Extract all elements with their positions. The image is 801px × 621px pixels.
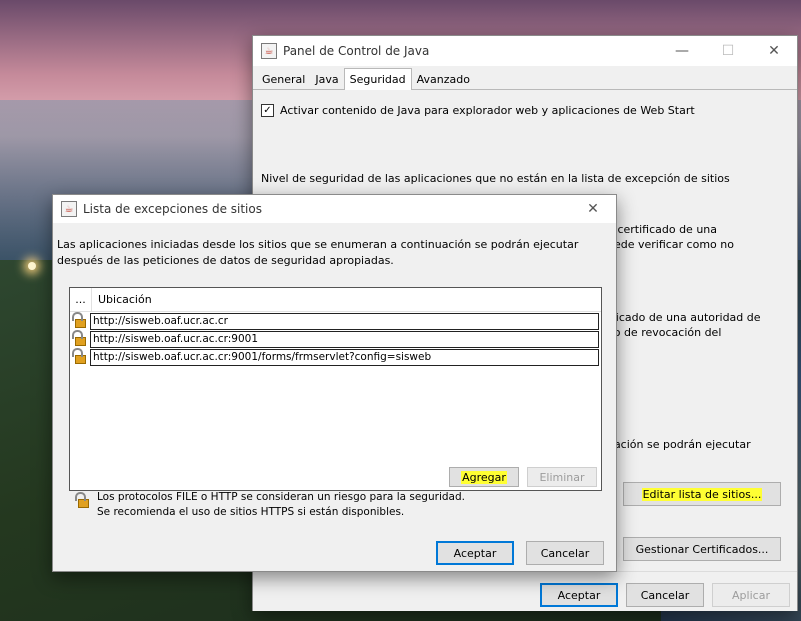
tab-java[interactable]: Java [310, 70, 343, 90]
site-row[interactable]: http://sisweb.oaf.ucr.ac.cr [70, 312, 601, 330]
enable-java-label: Activar contenido de Java para explorado… [280, 104, 695, 117]
main-apply-button[interactable]: Aplicar [712, 583, 790, 607]
tab-bar: General Java Seguridad Avanzado [253, 68, 797, 90]
site-row[interactable]: http://sisweb.oaf.ucr.ac.cr:9001 [70, 330, 601, 348]
main-window-title: Panel de Control de Java [283, 44, 430, 58]
manage-certificates-button[interactable]: Gestionar Certificados... [623, 537, 781, 561]
site-url-field[interactable]: http://sisweb.oaf.ucr.ac.cr [90, 312, 599, 330]
enable-java-checkbox[interactable]: ✓ [261, 104, 274, 117]
column-header-location[interactable]: Ubicación [92, 293, 152, 306]
java-cup-icon: ☕ [61, 201, 77, 217]
security-level-label: Nivel de seguridad de las aplicaciones q… [261, 172, 730, 185]
site-table: ... Ubicación http://sisweb.oaf.ucr.ac.c… [69, 287, 602, 491]
site-url-field[interactable]: http://sisweb.oaf.ucr.ac.cr:9001 [90, 330, 599, 348]
dialog-ok-button[interactable]: Aceptar [436, 541, 514, 565]
lock-icon [73, 492, 93, 510]
site-url-field[interactable]: http://sisweb.oaf.ucr.ac.cr:9001/forms/f… [90, 348, 599, 366]
security-desc-line-1a: un certificado de una [600, 223, 718, 236]
site-row[interactable]: http://sisweb.oaf.ucr.ac.cr:9001/forms/f… [70, 348, 601, 366]
column-header-select[interactable]: ... [70, 287, 92, 312]
security-desc-line-1b: puede verificar como no [600, 238, 734, 251]
enable-java-checkbox-row[interactable]: ✓ Activar contenido de Java para explora… [261, 104, 695, 117]
dialog-cancel-button[interactable]: Cancelar [526, 541, 604, 565]
main-footer: Aceptar Cancelar Aplicar [253, 571, 797, 611]
exception-list-desc: nuación se podrán ejecutar [600, 438, 751, 451]
tab-avanzado[interactable]: Avanzado [412, 70, 475, 90]
java-cup-icon: ☕ [261, 43, 277, 59]
main-titlebar[interactable]: ☕ Panel de Control de Java — ☐ ✕ [253, 36, 797, 66]
desktop-wallpaper-light [28, 262, 36, 270]
remove-site-button[interactable]: Eliminar [527, 467, 597, 487]
dialog-title: Lista de excepciones de sitios [83, 202, 262, 216]
security-note-line-1: Los protocolos FILE o HTTP se consideran… [97, 491, 465, 503]
add-site-label: Agregar [461, 470, 507, 484]
dialog-titlebar[interactable]: ☕ Lista de excepciones de sitios ✕ [53, 195, 616, 223]
lock-icon [70, 330, 90, 348]
dialog-description: Las aplicaciones iniciadas desde los sit… [57, 238, 579, 267]
minimize-button[interactable]: — [659, 36, 705, 66]
tab-seguridad[interactable]: Seguridad [343, 68, 412, 90]
dialog-body: Las aplicaciones iniciadas desde los sit… [53, 223, 616, 571]
edit-site-list-button[interactable]: Editar lista de sitios... [623, 482, 781, 506]
dialog-close-button[interactable]: ✕ [570, 194, 616, 224]
site-table-header: ... Ubicación [70, 287, 601, 312]
lock-icon [70, 348, 90, 366]
add-site-button[interactable]: Agregar [449, 467, 519, 487]
site-exception-list-dialog: ☕ Lista de excepciones de sitios ✕ Las a… [52, 194, 617, 572]
lock-icon [70, 312, 90, 330]
security-desc-line-2b: ado de revocación del [600, 326, 722, 339]
tab-general[interactable]: General [257, 70, 310, 90]
security-note-line-2: Se recomienda el uso de sitios HTTPS si … [97, 506, 405, 518]
main-cancel-button[interactable]: Cancelar [626, 583, 704, 607]
maximize-button[interactable]: ☐ [705, 36, 751, 66]
close-button[interactable]: ✕ [751, 36, 797, 66]
security-note: Los protocolos FILE o HTTP se consideran… [73, 490, 465, 520]
security-desc-line-2a: rtificado de una autoridad de [600, 311, 761, 324]
edit-site-list-label: Editar lista de sitios... [641, 487, 763, 501]
main-ok-button[interactable]: Aceptar [540, 583, 618, 607]
